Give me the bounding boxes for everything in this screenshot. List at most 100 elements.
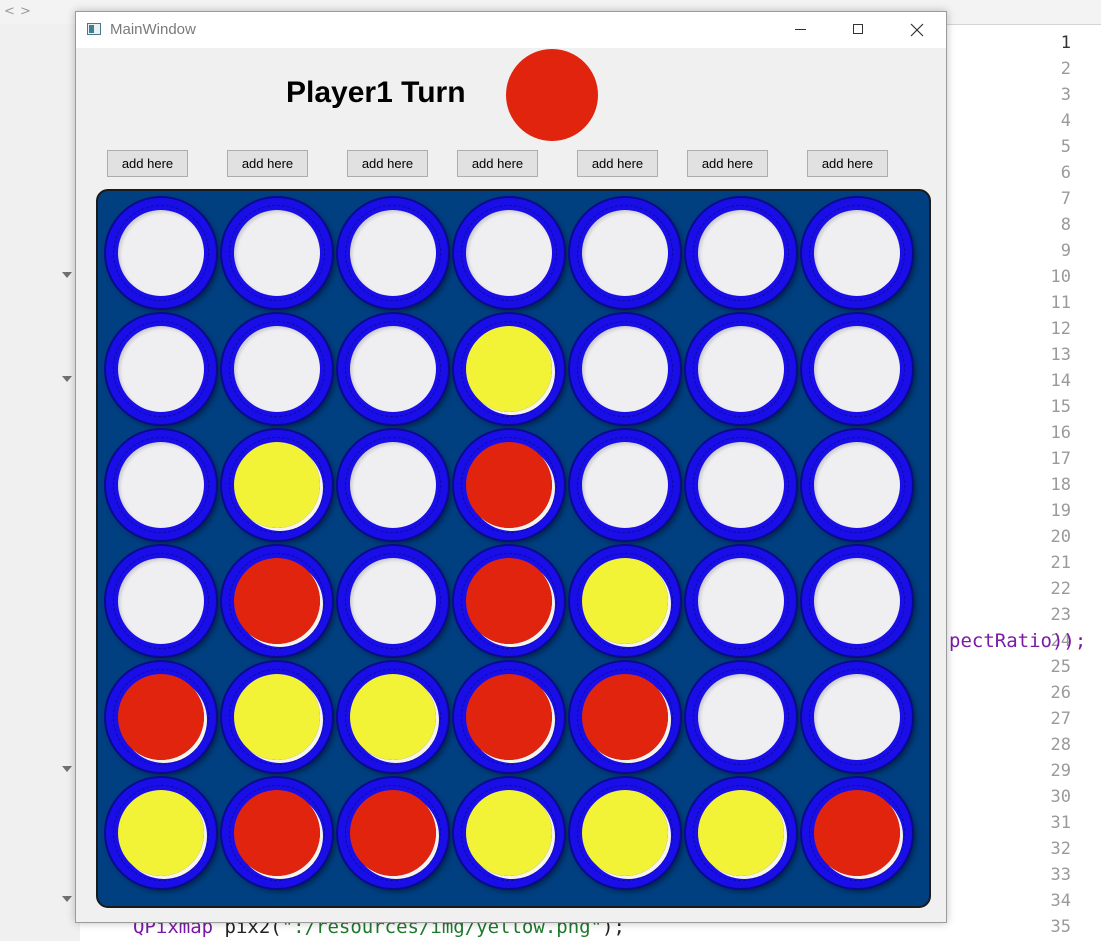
empty-slot [466, 210, 552, 296]
title-bar[interactable]: MainWindow [76, 12, 946, 48]
minimize-button[interactable] [777, 12, 823, 48]
board-cell-r1-c3 [338, 198, 448, 308]
board-cell-r6-c4 [454, 778, 564, 888]
red-disc [466, 558, 552, 644]
yellow-disc [466, 326, 552, 412]
board-cell-r5-c2 [222, 662, 332, 772]
empty-slot [350, 210, 436, 296]
board-cell-r5-c3 [338, 662, 448, 772]
line-number: 2 [1060, 59, 1071, 79]
line-number: 10 [1050, 267, 1071, 287]
board-cell-r2-c5 [570, 314, 680, 424]
red-disc [814, 790, 900, 876]
empty-slot [234, 210, 320, 296]
empty-slot [118, 558, 204, 644]
empty-slot [698, 326, 784, 412]
maximize-icon [853, 24, 863, 34]
fold-arrow-icon[interactable] [62, 766, 72, 772]
add-here-button-col-3[interactable]: add here [347, 150, 428, 177]
yellow-disc [234, 674, 320, 760]
empty-slot [814, 210, 900, 296]
line-number: 6 [1060, 163, 1071, 183]
board-cell-r6-c6 [686, 778, 796, 888]
board-cell-r3-c1 [106, 430, 216, 540]
line-number: 3 [1060, 85, 1071, 105]
back-arrow-icon[interactable]: < [4, 4, 15, 19]
board-cell-r1-c4 [454, 198, 564, 308]
add-here-button-col-4[interactable]: add here [457, 150, 538, 177]
line-number-gutter [0, 24, 80, 941]
close-icon [910, 23, 924, 37]
board-cell-r6-c2 [222, 778, 332, 888]
main-window: MainWindow Player1 Turn add here add here… [75, 11, 947, 923]
line-number: 28 [1050, 735, 1071, 755]
line-number: 16 [1050, 423, 1071, 443]
line-number: 33 [1050, 865, 1071, 885]
fold-arrow-icon[interactable] [62, 272, 72, 278]
line-number: 14 [1050, 371, 1071, 391]
board-cell-r1-c5 [570, 198, 680, 308]
yellow-disc [234, 442, 320, 528]
empty-slot [350, 326, 436, 412]
board-cell-r3-c7 [802, 430, 912, 540]
yellow-disc [350, 674, 436, 760]
board-cell-r5-c1 [106, 662, 216, 772]
board-cell-r3-c6 [686, 430, 796, 540]
empty-slot [582, 326, 668, 412]
yellow-disc [582, 790, 668, 876]
empty-slot [118, 210, 204, 296]
board-cell-r2-c3 [338, 314, 448, 424]
forward-arrow-icon[interactable]: > [20, 4, 31, 19]
board-cell-r3-c3 [338, 430, 448, 540]
board-cell-r4-c1 [106, 546, 216, 656]
game-board [96, 189, 931, 908]
add-here-button-col-6[interactable]: add here [687, 150, 768, 177]
board-cell-r6-c7 [802, 778, 912, 888]
add-here-button-col-7[interactable]: add here [807, 150, 888, 177]
line-number: 15 [1050, 397, 1071, 417]
empty-slot [698, 210, 784, 296]
line-number: 7 [1060, 189, 1071, 209]
maximize-button[interactable] [835, 12, 881, 48]
red-disc [582, 674, 668, 760]
line-number: 20 [1050, 527, 1071, 547]
empty-slot [118, 442, 204, 528]
add-here-button-col-2[interactable]: add here [227, 150, 308, 177]
board-cell-r6-c1 [106, 778, 216, 888]
code-text: pectRatio)); [949, 630, 1087, 652]
window-title: MainWindow [110, 21, 196, 38]
board-cell-r1-c7 [802, 198, 912, 308]
board-cell-r3-c2 [222, 430, 332, 540]
board-cell-r3-c5 [570, 430, 680, 540]
add-here-button-col-5[interactable]: add here [577, 150, 658, 177]
board-cell-r3-c4 [454, 430, 564, 540]
empty-slot [814, 442, 900, 528]
board-cell-r2-c7 [802, 314, 912, 424]
fold-arrow-icon[interactable] [62, 376, 72, 382]
board-cell-r6-c3 [338, 778, 448, 888]
empty-slot [582, 210, 668, 296]
line-number: 27 [1050, 709, 1071, 729]
empty-slot [118, 326, 204, 412]
red-disc [466, 442, 552, 528]
current-player-disc [506, 49, 598, 141]
line-number: 18 [1050, 475, 1071, 495]
line-number: 29 [1050, 761, 1071, 781]
line-number: 17 [1050, 449, 1071, 469]
board-cell-r4-c5 [570, 546, 680, 656]
app-icon [87, 23, 101, 35]
close-button[interactable] [894, 12, 940, 48]
empty-slot [814, 674, 900, 760]
board-cell-r2-c1 [106, 314, 216, 424]
board-cell-r4-c3 [338, 546, 448, 656]
minimize-icon [795, 29, 806, 30]
add-here-button-col-1[interactable]: add here [107, 150, 188, 177]
line-number: 26 [1050, 683, 1071, 703]
board-cell-r4-c2 [222, 546, 332, 656]
fold-arrow-icon[interactable] [62, 896, 72, 902]
line-number: 35 [1050, 917, 1071, 937]
line-number: 8 [1060, 215, 1071, 235]
turn-label: Player1 Turn [286, 76, 466, 109]
line-number: 22 [1050, 579, 1071, 599]
empty-slot [350, 558, 436, 644]
